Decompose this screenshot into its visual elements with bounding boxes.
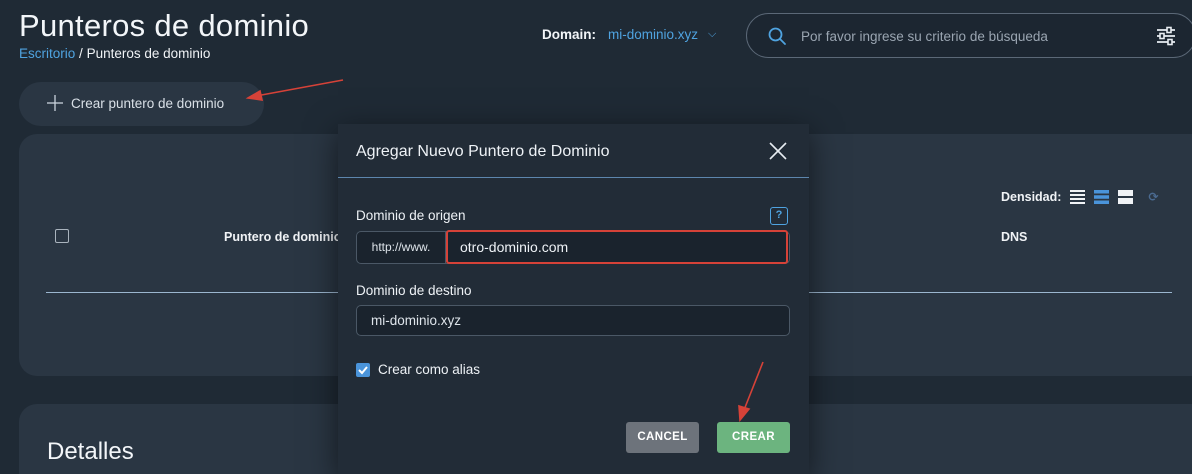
breadcrumb-current: Punteros de dominio (86, 46, 211, 61)
cancel-button[interactable]: CANCEL (626, 422, 699, 453)
breadcrumb-link-escritorio[interactable]: Escritorio (19, 46, 75, 61)
add-domain-pointer-modal: Agregar Nuevo Puntero de Dominio Dominio… (338, 124, 809, 474)
refresh-icon[interactable]: ⟳ (1148, 190, 1158, 204)
page-title: Punteros de dominio (19, 8, 310, 43)
domain-value[interactable]: mi-dominio.xyz (608, 27, 698, 42)
target-domain-label: Dominio de destino (356, 283, 472, 298)
density-controls: Densidad: ⟳ (1001, 190, 1159, 204)
create-button[interactable]: CREAR (717, 422, 790, 453)
plus-icon (47, 95, 63, 111)
domain-label: Domain: (542, 27, 596, 42)
source-domain-label: Dominio de origen (356, 208, 466, 223)
source-domain-input[interactable] (446, 230, 788, 264)
source-domain-field: http://www. (356, 230, 790, 264)
checkbox-checked-icon[interactable] (356, 362, 370, 377)
density-large-icon[interactable] (1118, 190, 1134, 204)
alias-label: Crear como alias (378, 362, 481, 377)
search-input[interactable] (801, 24, 1141, 48)
alias-option[interactable]: Crear como alias (356, 362, 480, 377)
column-header-pointer[interactable]: Puntero de dominio (224, 230, 341, 244)
close-icon[interactable] (768, 141, 788, 161)
search-bar[interactable] (746, 13, 1192, 58)
density-medium-icon[interactable] (1094, 190, 1110, 204)
search-icon[interactable] (767, 26, 787, 46)
help-icon[interactable]: ? (770, 207, 788, 225)
column-header-dns[interactable]: DNS (1001, 230, 1027, 244)
filter-sliders-icon[interactable] (1155, 25, 1177, 47)
density-compact-icon[interactable] (1070, 190, 1086, 204)
breadcrumb-separator: / (79, 46, 83, 61)
create-domain-pointer-button[interactable]: Crear puntero de dominio (19, 82, 264, 126)
modal-title: Agregar Nuevo Puntero de Dominio (356, 143, 610, 160)
modal-header-divider (338, 177, 809, 178)
source-domain-prefix: http://www. (357, 232, 446, 263)
create-button-label: Crear puntero de dominio (71, 96, 225, 111)
chevron-down-icon[interactable]: ⌵ (708, 28, 716, 41)
target-domain-input[interactable] (356, 305, 790, 336)
breadcrumb: Escritorio / Punteros de dominio (19, 46, 210, 61)
details-title: Detalles (47, 438, 134, 465)
density-label: Densidad: (1001, 190, 1062, 204)
domain-selector[interactable]: Domain: mi-dominio.xyz ⌵ (542, 27, 716, 42)
select-all-checkbox[interactable] (55, 229, 69, 243)
